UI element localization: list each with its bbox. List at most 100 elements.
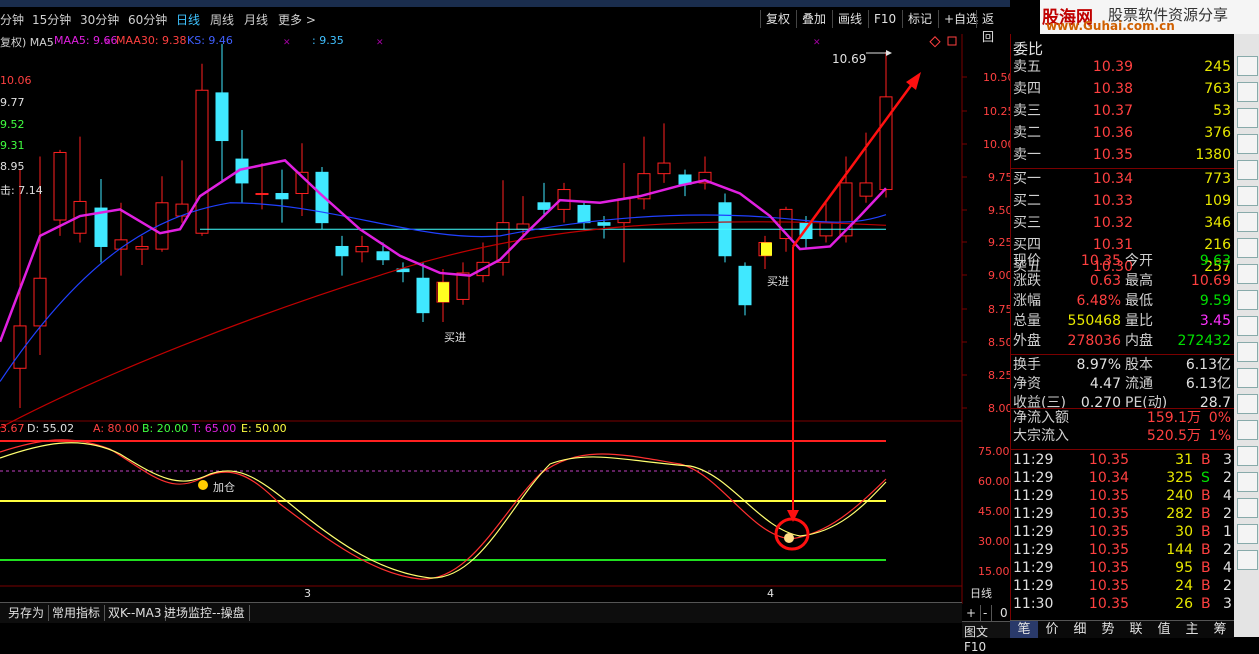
grid2-icon[interactable] bbox=[1237, 108, 1258, 128]
tick-count: 1 bbox=[1223, 524, 1232, 540]
sell-level[interactable]: 卖二 10.36 376 bbox=[1011, 124, 1235, 142]
panel-tab[interactable]: 筹 bbox=[1206, 621, 1234, 638]
diamond-icon[interactable] bbox=[929, 36, 941, 48]
kd-tick: 15.00 bbox=[978, 565, 1010, 578]
f10c-icon[interactable] bbox=[1237, 368, 1258, 388]
candlestick[interactable] bbox=[255, 163, 269, 210]
candlestick[interactable] bbox=[335, 235, 349, 276]
candlestick[interactable] bbox=[215, 43, 229, 183]
panel-tab[interactable]: 势 bbox=[1094, 621, 1122, 638]
compass-icon[interactable] bbox=[1237, 446, 1258, 466]
mark-button[interactable]: 标记 bbox=[902, 10, 937, 28]
square-icon[interactable] bbox=[947, 36, 957, 46]
candlestick[interactable] bbox=[275, 169, 289, 223]
monitor-icon[interactable] bbox=[1237, 238, 1258, 258]
quote-label: 涨幅 bbox=[1013, 293, 1041, 309]
side-value-1: 10.06 bbox=[0, 74, 32, 87]
chart-canvas[interactable]: ✕ ✕ ✕ ✕ bbox=[0, 34, 1010, 604]
sell-level[interactable]: 卖一 10.35 1380 bbox=[1011, 146, 1235, 164]
candlestick[interactable] bbox=[235, 129, 249, 203]
overlay-button[interactable]: 叠加 bbox=[796, 10, 831, 28]
clock-icon[interactable] bbox=[1237, 550, 1258, 570]
buy-level[interactable]: 买一 10.34 773 bbox=[1011, 170, 1235, 188]
grid3-icon[interactable] bbox=[1237, 498, 1258, 518]
candlestick[interactable] bbox=[637, 136, 651, 210]
pencil-icon[interactable] bbox=[1237, 472, 1258, 492]
candlestick[interactable] bbox=[738, 262, 752, 316]
candlestick[interactable] bbox=[456, 262, 470, 305]
common-indicators-tab[interactable]: 常用指标 bbox=[48, 605, 106, 621]
level-label: 卖四 bbox=[1013, 81, 1041, 97]
fund-row: 净资 4.47 流通 6.13亿 bbox=[1011, 375, 1235, 393]
candlestick[interactable] bbox=[657, 123, 671, 183]
tick-row: 11:29 10.35 30 B 1 bbox=[1011, 523, 1235, 541]
kd-k-value: 3.67 bbox=[0, 422, 25, 435]
panel-tab[interactable]: 联 bbox=[1122, 621, 1150, 638]
panel-tab[interactable]: 价 bbox=[1038, 621, 1066, 638]
adjust-button[interactable]: 复权 bbox=[760, 10, 795, 28]
candlestick[interactable] bbox=[73, 136, 87, 243]
period-60min[interactable]: 60分钟 bbox=[128, 11, 167, 28]
ma-legend-prefix: 复权) MA5 bbox=[0, 36, 54, 49]
panel-tab[interactable]: 值 bbox=[1150, 621, 1178, 638]
period-weekly[interactable]: 周线 bbox=[210, 11, 234, 28]
draw-button[interactable]: 画线 bbox=[832, 10, 867, 28]
candlestick[interactable] bbox=[698, 156, 712, 190]
level-volume: 1380 bbox=[1195, 147, 1231, 163]
candlestick[interactable] bbox=[718, 193, 732, 263]
candlestick[interactable] bbox=[516, 196, 530, 236]
candlestick[interactable] bbox=[557, 182, 571, 223]
candle-icon[interactable] bbox=[1237, 186, 1258, 206]
panel-tab[interactable]: 细 bbox=[1066, 621, 1094, 638]
period-daily[interactable]: 日线 bbox=[176, 11, 200, 28]
period-more[interactable]: 更多 > bbox=[278, 11, 316, 28]
candlestick[interactable] bbox=[355, 235, 369, 263]
entry-monitor-tab[interactable]: 进场监控--操盘 bbox=[160, 605, 250, 621]
period-1min[interactable]: 分钟 bbox=[0, 11, 24, 28]
back-button[interactable]: 返回 bbox=[976, 10, 1010, 44]
fund-label: 换手 bbox=[1013, 357, 1041, 373]
double-k-tab[interactable]: 双K--MA3 bbox=[104, 605, 167, 621]
panel-title: 委比 bbox=[1013, 40, 1044, 58]
f10-icon[interactable] bbox=[1237, 290, 1258, 310]
f10b-icon[interactable] bbox=[1237, 342, 1258, 362]
sell-level[interactable]: 卖三 10.37 53 bbox=[1011, 102, 1235, 120]
candlestick[interactable] bbox=[175, 160, 189, 223]
quote-label: 现价 bbox=[1013, 253, 1041, 269]
doc-icon[interactable] bbox=[1237, 524, 1258, 544]
candlestick[interactable] bbox=[416, 262, 430, 322]
level-price: 10.34 bbox=[1092, 171, 1133, 187]
period-toolbar: 分钟 15分钟 30分钟 60分钟 日线 周线 月线 更多 > 复权 叠加 画线… bbox=[0, 0, 1010, 44]
table-icon[interactable] bbox=[1237, 264, 1258, 284]
buy-level[interactable]: 买二 10.33 109 bbox=[1011, 192, 1235, 210]
candlestick[interactable] bbox=[617, 163, 631, 263]
candlestick[interactable] bbox=[135, 235, 149, 266]
sell-level[interactable]: 卖四 10.38 763 bbox=[1011, 80, 1235, 98]
level-price: 10.32 bbox=[1092, 215, 1133, 231]
vol-icon[interactable] bbox=[1237, 394, 1258, 414]
candlestick[interactable] bbox=[396, 262, 410, 283]
f12-icon[interactable] bbox=[1237, 316, 1258, 336]
stack-icon[interactable] bbox=[1237, 212, 1258, 232]
save-as-tab[interactable]: 另存为 bbox=[4, 605, 50, 621]
trend-icon[interactable] bbox=[1237, 134, 1258, 154]
candlestick[interactable] bbox=[577, 202, 591, 230]
f10-button[interactable]: F10 bbox=[868, 10, 901, 28]
period-30min[interactable]: 30分钟 bbox=[80, 11, 119, 28]
list-icon[interactable] bbox=[1237, 82, 1258, 102]
period-monthly[interactable]: 月线 bbox=[244, 11, 268, 28]
grid-icon[interactable] bbox=[1237, 56, 1258, 76]
period-15min[interactable]: 15分钟 bbox=[32, 11, 71, 28]
f10-text-label: 图文F10 bbox=[964, 625, 989, 654]
candlestick[interactable] bbox=[94, 178, 108, 263]
candlestick[interactable] bbox=[155, 176, 169, 252]
kline-chart[interactable]: ✕ ✕ ✕ ✕ 复权) MA5 MAA5: 9.66 MAA30: 9.38 KS: … bbox=[0, 34, 1015, 604]
panel-tab[interactable]: 主 bbox=[1178, 621, 1206, 638]
cross-icon[interactable] bbox=[1237, 160, 1258, 180]
buy-level[interactable]: 买三 10.32 346 bbox=[1011, 214, 1235, 232]
sell-level[interactable]: 卖五 10.39 245 bbox=[1011, 58, 1235, 76]
rsi-icon[interactable] bbox=[1237, 420, 1258, 440]
panel-tab[interactable]: 笔 bbox=[1010, 621, 1038, 638]
f10-text-button[interactable]: 图文F10 bbox=[962, 621, 1010, 654]
zoom-out-button[interactable]: - bbox=[979, 605, 993, 621]
